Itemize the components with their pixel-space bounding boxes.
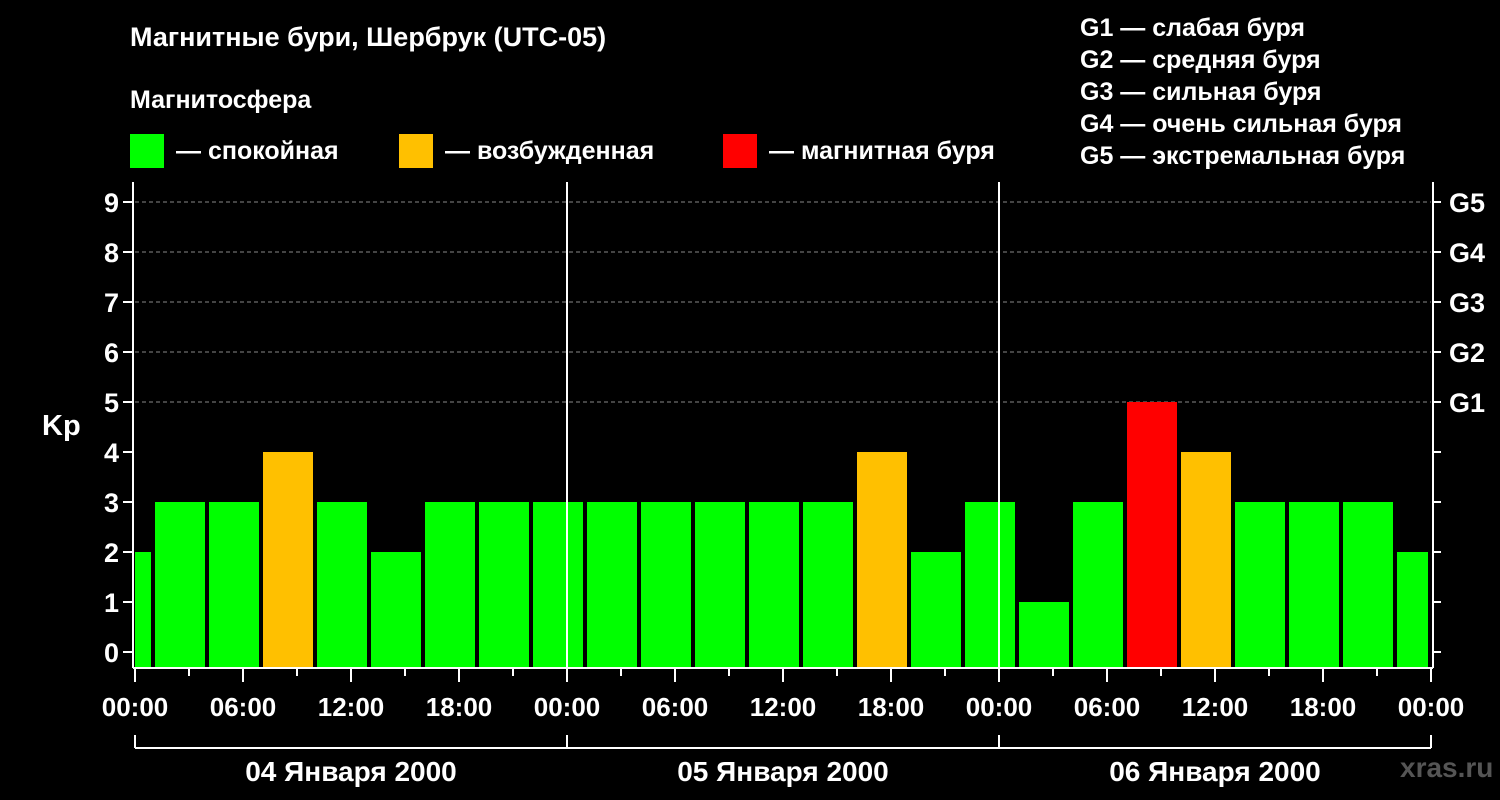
bar-quiet — [641, 502, 691, 668]
x-tick-label: 06:00 — [210, 692, 277, 722]
day-label: 06 Января 2000 — [1109, 756, 1321, 787]
day-label: 05 Января 2000 — [677, 756, 889, 787]
bar-quiet — [587, 502, 637, 668]
y-tick-label: 1 — [104, 588, 119, 618]
x-tick-label: 06:00 — [642, 692, 709, 722]
bar-quiet — [749, 502, 799, 668]
y-tick-label: 5 — [104, 388, 119, 418]
y-tick-label: 4 — [104, 438, 119, 468]
x-tick-label: 00:00 — [534, 692, 601, 722]
bar-quiet — [695, 502, 745, 668]
bar-quiet — [533, 502, 583, 668]
y-tick-label: 8 — [104, 238, 119, 268]
y-tick-label: 3 — [104, 488, 119, 518]
bar-quiet — [1073, 502, 1123, 668]
bar-quiet — [371, 552, 421, 668]
day-label: 04 Января 2000 — [245, 756, 457, 787]
bar-quiet — [135, 552, 151, 668]
y-tick-label: 6 — [104, 338, 119, 368]
g-level-label: G2 — [1449, 338, 1485, 368]
x-tick-label: 00:00 — [966, 692, 1033, 722]
bar-quiet — [1235, 502, 1285, 668]
g-level-label: G1 — [1449, 388, 1485, 418]
y-tick-label: 2 — [104, 538, 119, 568]
bar-quiet — [1019, 602, 1069, 668]
bar-quiet — [1289, 502, 1339, 668]
y-tick-label: 7 — [104, 288, 119, 318]
bar-quiet — [803, 502, 853, 668]
x-tick-label: 00:00 — [102, 692, 169, 722]
x-tick-label: 06:00 — [1074, 692, 1141, 722]
watermark: xras.ru — [1400, 752, 1494, 783]
bar-quiet — [209, 502, 259, 668]
bar-quiet — [1343, 502, 1393, 668]
bar-quiet — [155, 502, 205, 668]
bar-quiet — [425, 502, 475, 668]
kp-bar-chart: 0 1 2 3 4 5 6 7 8 9 G1 G2 G3 G4 G5 00:00 06:00 12:00 18:00… — [102, 182, 1485, 787]
bar-unsettled — [857, 452, 907, 668]
x-tick-label: 18:00 — [1290, 692, 1357, 722]
x-tick-label: 18:00 — [426, 692, 493, 722]
bar-quiet — [479, 502, 529, 668]
bar-unsettled — [1181, 452, 1231, 668]
x-tick-label: 12:00 — [1182, 692, 1249, 722]
x-tick-label: 12:00 — [750, 692, 817, 722]
bar-quiet — [965, 502, 1015, 668]
bar-quiet — [911, 552, 961, 668]
y-tick-label: 9 — [104, 188, 119, 218]
bar-unsettled — [263, 452, 313, 668]
x-tick-label: 00:00 — [1398, 692, 1465, 722]
x-tick-label: 18:00 — [858, 692, 925, 722]
bar-storm — [1127, 402, 1177, 668]
bar-quiet — [1397, 552, 1428, 668]
x-tick-label: 12:00 — [318, 692, 385, 722]
g-level-label: G3 — [1449, 288, 1485, 318]
y-tick-label: 0 — [104, 638, 119, 668]
g-level-label: G5 — [1449, 188, 1485, 218]
bar-quiet — [317, 502, 367, 668]
g-level-label: G4 — [1449, 238, 1485, 268]
